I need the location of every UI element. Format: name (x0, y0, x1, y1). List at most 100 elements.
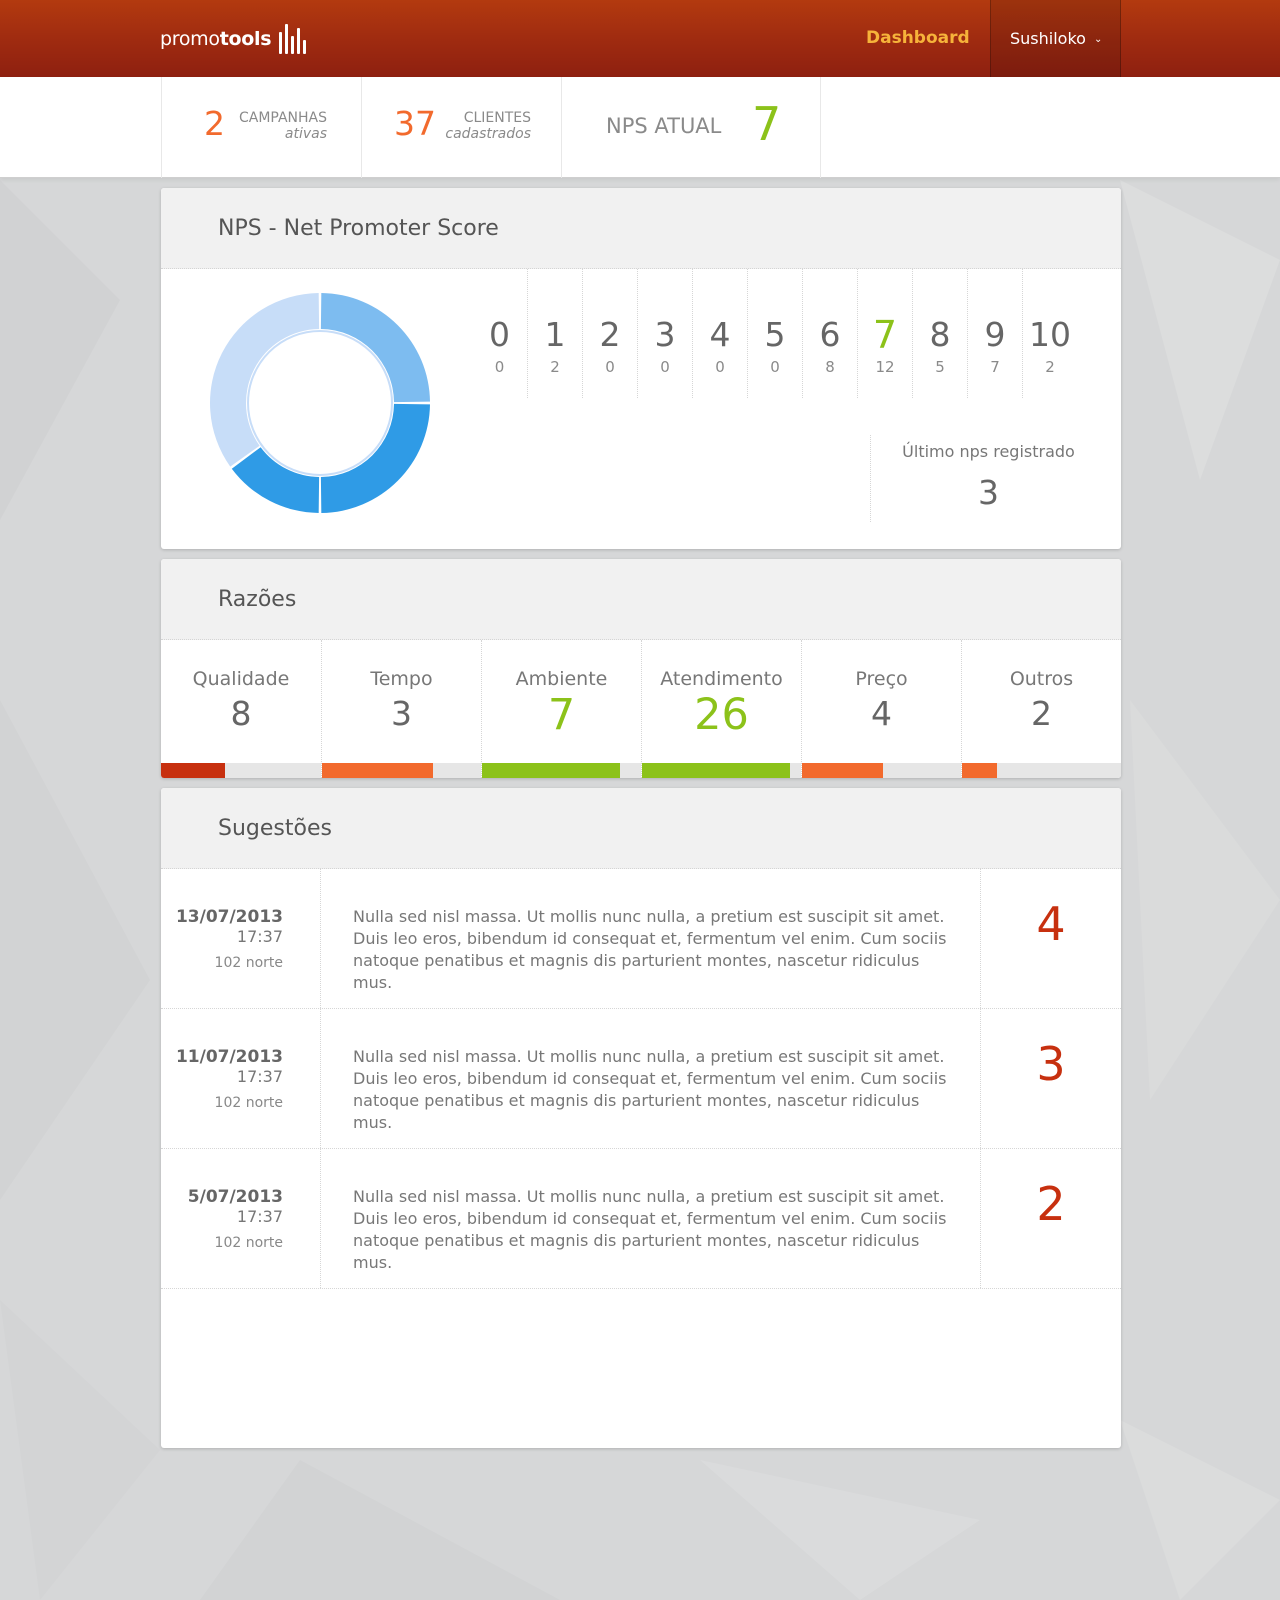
nps-scale-score: 8 (929, 315, 951, 354)
stat-nps-label: NPS ATUAL (606, 114, 722, 138)
last-nps-label: Último nps registrado (902, 442, 1075, 461)
stat-clients-label: CLIENTES cadastrados (445, 110, 531, 142)
reason-progress-bar (322, 763, 481, 778)
nps-scale-score: 5 (764, 315, 786, 354)
reason-name: Tempo (370, 668, 433, 690)
suggestion-row[interactable]: 13/07/2013 17:37 102 norte Nulla sed nisl m… (161, 869, 1121, 1009)
reason-count: 8 (230, 694, 252, 733)
nps-scale-score: 0 (489, 315, 510, 354)
nps-scale-col: 68 (802, 269, 857, 398)
donut-inner-ring (247, 330, 393, 476)
reasons-card: Razões Qualidade 8 Tempo 3 Ambiente 7 Atendime… (161, 559, 1121, 778)
reason-progress-bar (962, 763, 1121, 778)
nps-scale-count: 0 (494, 358, 505, 376)
nps-scale-count: 2 (550, 358, 560, 376)
reason-name: Preço (855, 668, 908, 690)
brand-logo[interactable]: promotools (160, 22, 307, 56)
donut-segment (231, 447, 320, 513)
stat-clients-value: 37 (394, 104, 436, 143)
stat-campaigns-label: CAMPANHAS ativas (238, 110, 327, 142)
nps-scale-count: 0 (605, 358, 615, 376)
suggestion-text: Nulla sed nisl massa. Ut mollis nunc nul… (321, 869, 981, 1008)
suggestion-row[interactable]: 5/07/2013 17:37 102 norte Nulla sed nisl ma… (161, 1149, 1121, 1289)
reason-count: 4 (871, 694, 892, 733)
reason-count: 2 (1031, 694, 1052, 733)
suggestion-date: 5/07/2013 (187, 1187, 283, 1207)
nps-scale-score: 4 (709, 315, 731, 354)
nps-scale-count: 0 (660, 358, 670, 376)
reason-progress-fill (161, 763, 225, 778)
reason-item[interactable]: Atendimento 26 (641, 640, 801, 778)
nps-scale-score: 7 (872, 313, 898, 357)
nps-card: NPS - Net Promoter Score 001220304050687… (161, 188, 1121, 549)
logo-bars-icon (279, 24, 307, 54)
reasons-list: Qualidade 8 Tempo 3 Ambiente 7 Atendimento 26 Pr… (161, 640, 1121, 778)
suggestion-meta: 11/07/2013 17:37 102 norte (161, 1009, 321, 1148)
stat-campaigns-value: 2 (204, 104, 225, 143)
last-nps-value: 3 (978, 473, 999, 512)
suggestion-row[interactable]: 11/07/2013 17:37 102 norte Nulla sed nisl m… (161, 1009, 1121, 1149)
nps-scale-count: 0 (715, 358, 725, 376)
nps-donut-chart (210, 293, 430, 513)
top-navbar: promotools Dashboard Sushiloko ⌄ (0, 0, 1280, 77)
nps-scale-col: 12 (527, 269, 582, 398)
suggestion-score: 2 (1036, 1177, 1066, 1231)
chevron-down-icon: ⌄ (1093, 34, 1103, 45)
nps-scale-count: 8 (825, 358, 835, 376)
reason-progress-fill (642, 763, 790, 778)
suggestion-date: 13/07/2013 (175, 907, 283, 927)
reason-item[interactable]: Qualidade 8 (161, 640, 321, 778)
nps-scale-col: 20 (582, 269, 637, 398)
donut-segment (320, 403, 430, 513)
suggestion-score: 4 (1036, 897, 1066, 951)
suggestion-time: 17:37 (236, 1207, 283, 1226)
suggestion-text: Nulla sed nisl massa. Ut mollis nunc nul… (321, 1009, 981, 1148)
reason-progress-fill (802, 763, 884, 778)
reason-progress-bar (642, 763, 801, 778)
user-name: Sushiloko (1010, 29, 1086, 48)
suggestions-card-title: Sugestões (161, 788, 1121, 869)
nps-scale-count: 2 (1045, 358, 1055, 376)
stat-clients[interactable]: 37 CLIENTES cadastrados (361, 77, 561, 178)
reason-name: Atendimento (660, 668, 783, 690)
suggestion-time: 17:37 (236, 1067, 283, 1086)
reason-name: Outros (1009, 668, 1074, 690)
nps-scale-score: 9 (984, 315, 1006, 354)
reasons-card-title: Razões (161, 559, 1121, 640)
suggestion-location: 102 norte (214, 1095, 283, 1111)
stat-nps[interactable]: NPS ATUAL 7 (561, 77, 821, 178)
reason-progress-fill (962, 763, 997, 778)
stat-campaigns[interactable]: 2 CAMPANHAS ativas (161, 77, 361, 178)
suggestion-location: 102 norte (214, 955, 283, 971)
nps-scale-score: 3 (654, 315, 676, 354)
logo-text: promotools (160, 28, 272, 50)
donut-segment (210, 293, 320, 467)
reason-item[interactable]: Ambiente 7 (481, 640, 641, 778)
nps-score-scale: 0 0 1 2 2 0 3 0 4 0 5 0 6 8 7 12 8 5 9 7 10 2 (472, 269, 1077, 398)
suggestion-location: 102 norte (214, 1235, 283, 1251)
nps-scale-count: 0 (770, 358, 780, 376)
stats-bar: 2 CAMPANHAS ativas 37 CLIENTES cadastrados… (0, 77, 1280, 178)
reason-item[interactable]: Preço 4 (801, 640, 961, 778)
nps-scale-count: 7 (990, 358, 1000, 376)
user-menu[interactable]: Sushiloko ⌄ (990, 0, 1121, 77)
reason-count: 3 (391, 694, 412, 733)
reason-progress-fill (322, 763, 434, 778)
suggestions-list: 13/07/2013 17:37 102 norte Nulla sed nisl m… (161, 869, 1121, 1289)
donut-segment (320, 293, 430, 403)
nps-scale-col: 50 (747, 269, 802, 398)
nps-scale-col: 7 12 (857, 269, 912, 398)
reason-item[interactable]: Outros 2 (961, 640, 1121, 778)
nps-scale-col: 97 (967, 269, 1022, 398)
reason-progress-bar (802, 763, 961, 778)
nps-scale-score: 6 (819, 315, 841, 354)
suggestion-score: 3 (1036, 1037, 1066, 1091)
reason-item[interactable]: Tempo 3 (321, 640, 481, 778)
suggestion-time: 17:37 (236, 927, 283, 946)
nps-scale-count: 5 (935, 358, 945, 376)
reason-name: Ambiente (515, 668, 608, 690)
suggestion-meta: 5/07/2013 17:37 102 norte (161, 1149, 321, 1288)
nps-scale-col: 40 (692, 269, 747, 398)
nps-scale-col: 85 (912, 269, 967, 398)
nav-dashboard-link[interactable]: Dashboard (866, 0, 970, 77)
